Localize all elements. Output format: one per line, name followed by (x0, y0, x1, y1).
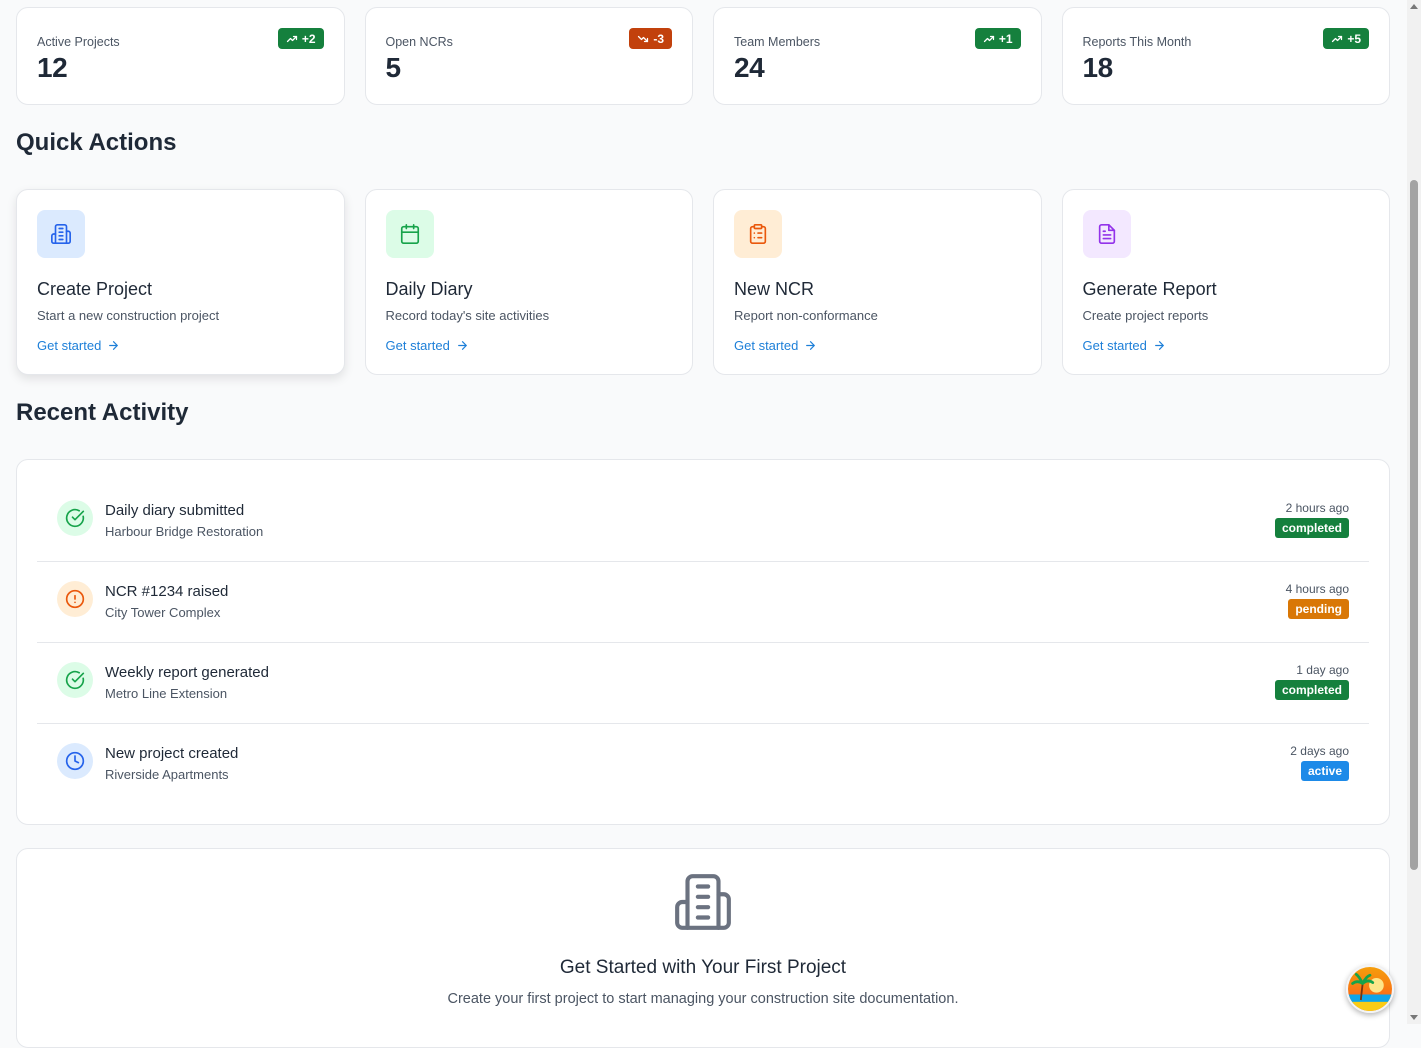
alert-circle-icon (57, 581, 93, 617)
stat-label: Reports This Month (1082, 35, 1192, 49)
quick-actions-grid: Create Project Start a new construction … (16, 189, 1390, 375)
stat-card-team-members: Team Members 24 +1 (713, 7, 1042, 105)
get-started-link[interactable]: Get started (1083, 338, 1166, 353)
trend-badge: +1 (974, 28, 1021, 49)
activity-project: Harbour Bridge Restoration (105, 524, 264, 539)
stat-label: Team Members (734, 35, 821, 49)
activity-item[interactable]: Daily diary submitted Harbour Bridge Res… (37, 480, 1369, 562)
activity-project: City Tower Complex (105, 605, 221, 620)
activity-title: Weekly report generated (105, 664, 269, 681)
new-ncr-card[interactable]: New NCR Report non-conformance Get start… (713, 189, 1042, 375)
link-label: Get started (1082, 338, 1147, 353)
activity-item[interactable]: Weekly report generated Metro Line Exten… (37, 642, 1369, 724)
document-icon (1082, 210, 1131, 258)
stat-card-active-projects: Active Projects 12 +2 (16, 7, 345, 105)
vertical-scrollbar[interactable] (1407, 0, 1421, 1024)
generate-report-card[interactable]: Generate Report Create project reports G… (1061, 189, 1390, 375)
link-label: Get started (385, 338, 450, 353)
trend-value: +1 (998, 31, 1013, 46)
quick-actions-title: Quick Actions (16, 129, 177, 156)
clock-icon (57, 743, 93, 779)
trend-badge: +5 (1323, 28, 1369, 49)
trend-value: -3 (653, 31, 664, 46)
status-badge: pending (1288, 599, 1349, 619)
trend-value: +5 (1347, 31, 1361, 46)
building-icon (37, 210, 85, 258)
action-description: Report non-conformance (734, 308, 878, 323)
activity-time: 2 hours ago (1285, 501, 1349, 515)
stat-value: 18 (1082, 52, 1114, 83)
action-title: Create Project (37, 279, 153, 299)
activity-title: NCR #1234 raised (105, 583, 229, 600)
activity-project: Riverside Apartments (105, 767, 229, 782)
activity-time: 1 day ago (1296, 663, 1349, 677)
trend-value: +2 (301, 31, 316, 46)
trend-badge: +2 (277, 28, 324, 49)
stat-label: Open NCRs (385, 35, 453, 49)
scrollbar-thumb[interactable] (1410, 180, 1418, 870)
activity-title: New project created (105, 745, 239, 762)
trending-down-icon (638, 35, 649, 42)
action-description: Start a new construction project (37, 308, 220, 323)
trending-up-icon (1332, 35, 1343, 42)
scroll-up-icon[interactable] (1410, 4, 1418, 9)
action-title: Generate Report (1082, 279, 1217, 299)
action-title: New NCR (734, 279, 815, 299)
create-project-card[interactable]: Create Project Start a new construction … (16, 189, 345, 375)
get-started-link[interactable]: Get started (37, 338, 120, 353)
status-badge: completed (1274, 680, 1349, 700)
trend-badge: -3 (629, 28, 672, 49)
trending-up-icon (983, 35, 994, 42)
stat-value: 12 (37, 52, 68, 83)
trending-up-icon (286, 35, 297, 42)
empty-state-title: Get Started with Your First Project (559, 957, 847, 978)
activity-title: Daily diary submitted (105, 502, 245, 519)
empty-state-card: Get Started with Your First Project Crea… (16, 848, 1390, 1048)
action-description: Record today's site activities (385, 308, 550, 323)
get-started-link[interactable]: Get started (734, 338, 817, 353)
stat-card-reports-this-month: Reports This Month 18 +5 (1061, 7, 1390, 105)
check-circle-icon (57, 662, 93, 698)
check-circle-icon (57, 500, 93, 536)
action-title: Daily Diary (385, 279, 473, 299)
activity-time: 2 days ago (1290, 744, 1349, 758)
stat-value: 5 (385, 52, 402, 83)
arrow-right-icon (1154, 341, 1164, 350)
calendar-icon (385, 210, 434, 258)
status-badge: completed (1274, 518, 1349, 538)
activity-item[interactable]: New project created Riverside Apartments… (37, 723, 1369, 804)
activity-project: Metro Line Extension (105, 686, 228, 701)
stat-value: 24 (734, 52, 765, 83)
action-description: Create project reports (1082, 308, 1209, 323)
link-label: Get started (37, 338, 102, 353)
activity-time: 4 hours ago (1285, 582, 1349, 596)
stats-row: Active Projects 12 +2 Open NCRs 5 -3 Tea… (16, 7, 1390, 105)
beach-avatar-icon (1348, 967, 1392, 1011)
activity-item[interactable]: NCR #1234 raised City Tower Complex 4 ho… (37, 561, 1369, 643)
daily-diary-card[interactable]: Daily Diary Record today's site activiti… (364, 189, 693, 375)
arrow-right-icon (806, 341, 816, 350)
building-icon (675, 874, 731, 930)
status-badge: active (1300, 761, 1349, 781)
empty-state-description: Create your first project to start manag… (447, 991, 959, 1007)
arrow-right-icon (109, 341, 119, 350)
clipboard-icon (734, 210, 782, 258)
stat-card-open-ncrs: Open NCRs 5 -3 (364, 7, 693, 105)
assistant-avatar-button[interactable] (1346, 965, 1394, 1013)
link-label: Get started (734, 338, 799, 353)
get-started-link[interactable]: Get started (386, 338, 469, 353)
scroll-down-icon[interactable] (1410, 1015, 1418, 1020)
recent-activity-list: Daily diary submitted Harbour Bridge Res… (16, 459, 1390, 825)
stat-label: Active Projects (37, 35, 120, 49)
arrow-right-icon (457, 341, 467, 350)
recent-activity-title: Recent Activity (16, 399, 189, 426)
